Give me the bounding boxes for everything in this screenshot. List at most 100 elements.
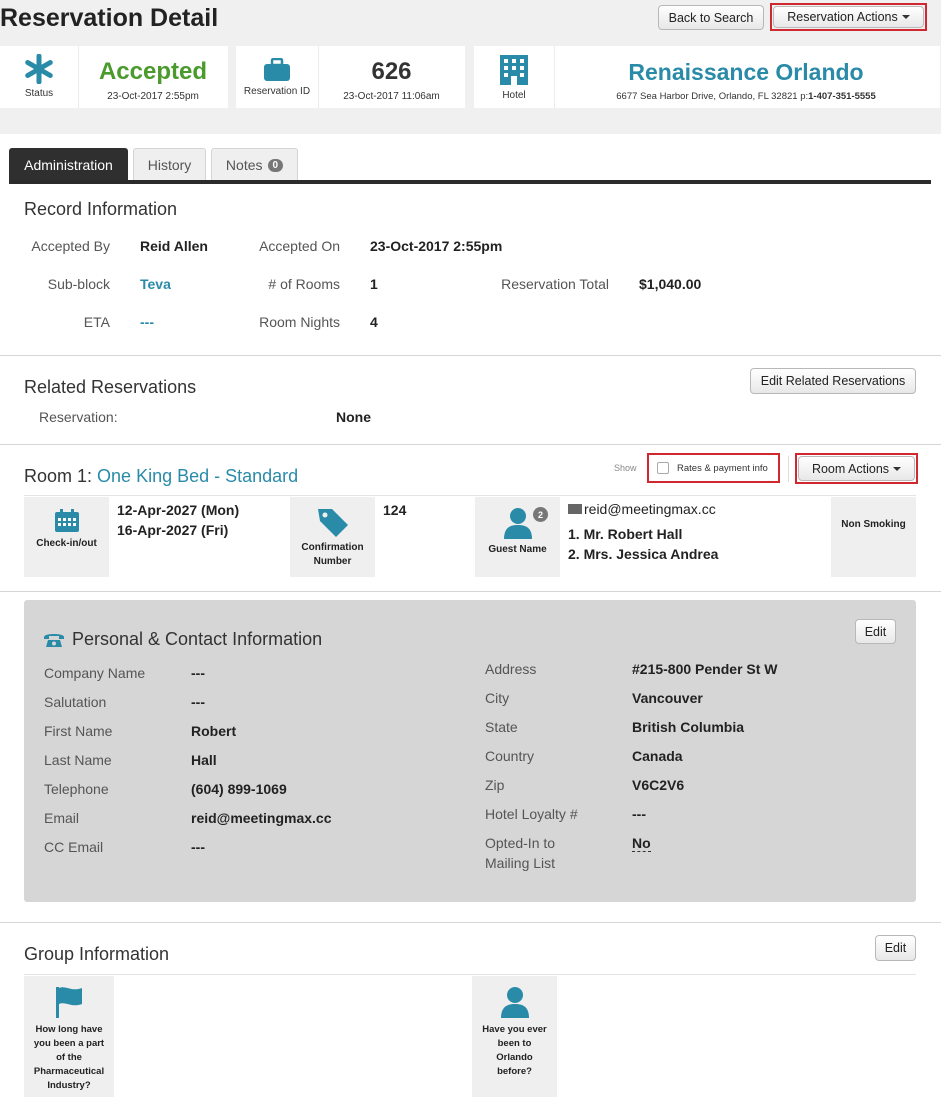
reservation-label: Reservation: — [39, 409, 118, 425]
last-name-label: Last Name — [44, 752, 112, 768]
tab-underline — [9, 180, 931, 184]
smoking-tile: Non Smoking — [831, 497, 916, 577]
salutation-label: Salutation — [44, 694, 107, 710]
page: Reservation Detail Back to Search Reserv… — [0, 0, 941, 1116]
divider — [0, 922, 941, 923]
related-reservation-value: None — [336, 409, 371, 425]
tab-notes[interactable]: Notes 0 — [211, 148, 298, 181]
guest-email-line: reid@meetingmax.cc — [568, 501, 716, 517]
asterisk-icon — [25, 54, 53, 84]
reservation-actions-button[interactable]: Reservation Actions — [773, 6, 924, 28]
state-value: British Columbia — [632, 719, 745, 735]
guest-2: 2. Mrs. Jessica Andrea — [568, 546, 719, 562]
optin-label-line-2: Mailing List — [485, 855, 556, 871]
divider — [318, 46, 319, 108]
hotel-cell: Hotel — [474, 46, 554, 108]
optin-label-line-1: Opted-In to — [485, 835, 556, 851]
caret-down-icon — [893, 466, 902, 471]
notes-count-badge: 0 — [267, 158, 284, 172]
company-name-value: --- — [191, 665, 205, 681]
divider — [24, 495, 916, 496]
zip-value: V6C2V6 — [632, 777, 685, 793]
email-label: Email — [44, 810, 80, 826]
rates-checkbox[interactable] — [657, 462, 669, 474]
accepted-by-value: Reid Allen — [140, 238, 208, 254]
hotel-phone: 1-407-351-5555 — [808, 91, 876, 102]
reservation-date: 23-Oct-2017 11:06am — [343, 91, 440, 102]
question-line: Orlando — [496, 1052, 533, 1063]
question-industry: How long have you been a part of the Pha… — [34, 1023, 104, 1093]
email-value: reid@meetingmax.cc — [191, 810, 332, 826]
eta-value[interactable]: --- — [140, 314, 154, 330]
reservation-id-card: Reservation ID 626 23-Oct-2017 11:06am — [236, 46, 465, 108]
status-card: Status Accepted 23-Oct-2017 2:55pm — [0, 46, 228, 108]
edit-group-button[interactable]: Edit — [875, 935, 916, 961]
city-value: Vancouver — [632, 690, 703, 706]
hotel-name[interactable]: Renaissance Orlando — [556, 59, 936, 86]
divider — [0, 444, 941, 445]
divider — [554, 46, 555, 108]
guest-1: 1. Mr. Robert Hall — [568, 526, 683, 542]
room-actions-button[interactable]: Room Actions — [798, 456, 915, 481]
building-icon — [500, 55, 528, 85]
back-to-search-button[interactable]: Back to Search — [658, 5, 764, 30]
question-line: Have you ever — [482, 1024, 547, 1035]
checkin-label: Check-in/out — [36, 538, 97, 549]
status-value: Accepted — [98, 58, 208, 85]
hotel-loyalty-label: Hotel Loyalty # — [485, 806, 578, 822]
room-type-link[interactable]: One King Bed - Standard — [97, 466, 298, 486]
first-name-value: Robert — [191, 723, 237, 739]
checkin-date: 12-Apr-2027 (Mon) — [117, 502, 240, 518]
guest-tile: Guest Name — [475, 497, 560, 577]
edit-related-reservations-button[interactable]: Edit Related Reservations — [750, 368, 916, 394]
room-nights-label: Room Nights — [259, 314, 340, 330]
question-line: of the — [56, 1052, 82, 1063]
question-line: Pharmaceutical — [33, 1066, 105, 1077]
calendar-icon — [54, 509, 79, 532]
question-orlando: Have you ever been to Orlando before? — [482, 1023, 546, 1079]
divider — [0, 355, 941, 356]
caret-down-icon — [901, 15, 910, 19]
confirmation-value: 124 — [383, 502, 407, 518]
salutation-value: --- — [191, 694, 205, 710]
smoking-value: Non Smoking — [841, 519, 906, 530]
company-name-label: Company Name — [44, 665, 146, 681]
country-value: Canada — [632, 748, 683, 764]
rates-checkbox-label: Rates & payment info — [677, 463, 768, 474]
cc-email-label: CC Email — [44, 839, 104, 855]
accepted-by-label: Accepted By — [31, 238, 110, 254]
tag-icon — [317, 509, 348, 537]
tab-notes-label: Notes — [225, 157, 263, 173]
briefcase-icon — [264, 58, 290, 81]
user-icon — [500, 987, 529, 1018]
reservation-total-value: $1,040.00 — [639, 276, 702, 292]
guest-email: reid@meetingmax.cc — [584, 501, 716, 517]
first-name-label: First Name — [44, 723, 113, 739]
show-label: Show — [614, 463, 637, 473]
room-prefix: Room 1: — [24, 466, 93, 486]
eta-label: ETA — [83, 314, 110, 330]
last-name-value: Hall — [191, 752, 217, 768]
question-line: Industry? — [47, 1080, 91, 1091]
hotel-address-line: 6677 Sea Harbor Drive, Orlando, FL 32821… — [556, 91, 936, 102]
checkout-date: 16-Apr-2027 (Fri) — [117, 522, 229, 538]
status-date: 23-Oct-2017 2:55pm — [107, 91, 199, 102]
tab-history[interactable]: History — [133, 148, 206, 181]
tab-administration[interactable]: Administration — [9, 148, 128, 181]
optin-value[interactable]: No — [632, 835, 651, 852]
hotel-loyalty-value: --- — [632, 806, 646, 822]
edit-contact-button[interactable]: Edit — [855, 619, 896, 644]
subblock-link[interactable]: Teva — [140, 276, 171, 292]
checkin-tile: Check-in/out — [24, 497, 109, 577]
telephone-value: (604) 899-1069 — [191, 781, 287, 797]
rooms-value: 1 — [370, 276, 378, 292]
address-value: #215-800 Pender St W — [632, 661, 778, 677]
phone-icon — [44, 634, 64, 647]
contact-heading: Personal & Contact Information — [72, 629, 323, 649]
zip-label: Zip — [485, 777, 505, 793]
address-label: Address — [485, 661, 537, 677]
status-label: Status — [24, 88, 54, 99]
guest-count-badge: 2 — [533, 507, 548, 522]
flag-icon — [56, 987, 82, 1018]
rooms-label: # of Rooms — [268, 276, 340, 292]
